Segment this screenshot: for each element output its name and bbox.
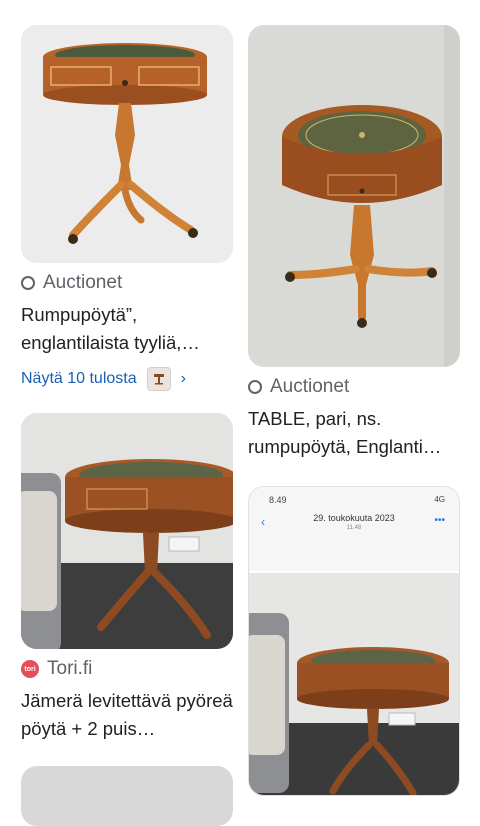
phone-time: 8.49	[269, 495, 287, 505]
result-image[interactable]	[21, 413, 233, 649]
result-card[interactable]: tori Tori.fi Jämerä levitettävä pyöreä p…	[21, 413, 233, 743]
auctionet-logo-icon	[248, 380, 262, 394]
result-image[interactable]	[21, 25, 233, 263]
result-source: tori Tori.fi	[21, 657, 233, 681]
result-source: Auctionet	[21, 271, 233, 295]
show-more-results-link[interactable]: Näytä 10 tulosta ›	[21, 367, 233, 391]
result-title[interactable]: Rumpupöytä”, englantilaista tyyliä,…	[21, 301, 233, 357]
show-more-label: Näytä 10 tulosta	[21, 370, 137, 387]
result-card[interactable]: 8.49 4G ‹ 29. toukokuuta 2023 11.48 •••	[248, 486, 460, 796]
phone-header: 8.49 4G ‹ 29. toukokuuta 2023 11.48 •••	[249, 487, 459, 571]
source-name: Tori.fi	[47, 658, 93, 679]
source-name: Auctionet	[43, 272, 123, 293]
auctionet-logo-icon	[21, 276, 35, 290]
result-image[interactable]	[248, 25, 460, 367]
phone-status: 4G	[434, 495, 445, 504]
result-card[interactable]	[21, 766, 233, 826]
result-image[interactable]	[21, 766, 233, 826]
result-title[interactable]: Jämerä levitettävä pyöreä pöytä + 2 puis…	[21, 687, 233, 743]
result-image[interactable]: 8.49 4G ‹ 29. toukokuuta 2023 11.48 •••	[248, 486, 460, 796]
table-thumbnail-icon	[146, 367, 171, 391]
phone-date: 29. toukokuuta 2023	[313, 513, 395, 523]
drum-table-image	[21, 25, 233, 263]
result-title[interactable]: TABLE, pari, ns. rumpupöytä, Englanti…	[248, 405, 460, 461]
result-card[interactable]: Auctionet TABLE, pari, ns. rumpupöytä, E…	[248, 25, 460, 461]
drum-table-room-image	[21, 413, 233, 649]
phone-date-sub: 11.48	[346, 525, 362, 531]
result-source: Auctionet	[248, 375, 460, 399]
drum-table-room-image	[249, 573, 459, 795]
chevron-right-icon: ›	[180, 370, 186, 387]
drum-table-image	[248, 25, 460, 367]
result-card[interactable]: Auctionet Rumpupöytä”, englantilaista ty…	[21, 25, 233, 391]
tori-logo-icon: tori	[21, 660, 39, 678]
source-name: Auctionet	[270, 376, 350, 397]
menu-dots-icon: •••	[434, 515, 445, 526]
